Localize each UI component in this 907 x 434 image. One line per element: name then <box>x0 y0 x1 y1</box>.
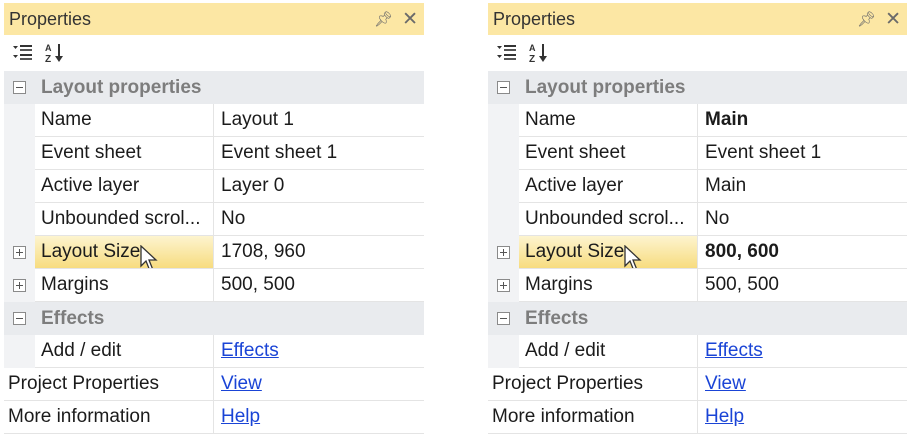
footer-label: More information <box>488 401 697 434</box>
view-link[interactable]: View <box>705 373 746 395</box>
footer-row-more-information: More information Help <box>4 401 424 434</box>
panel-title-bar: Properties 📌︎ ✕ <box>488 3 907 35</box>
footer-label: Project Properties <box>488 368 697 401</box>
property-label: Margins <box>519 269 697 302</box>
sort-alphabetical-icon[interactable]: AZ <box>43 41 67 65</box>
property-value[interactable]: Event sheet 1 <box>697 137 907 170</box>
property-label: Active layer <box>519 170 697 203</box>
footer-label: More information <box>4 401 213 434</box>
property-value[interactable]: Main <box>697 170 907 203</box>
collapse-icon[interactable] <box>488 302 519 335</box>
category-label: Layout properties <box>525 76 686 98</box>
category-layout-properties[interactable]: Layout properties <box>4 71 424 104</box>
svg-text:Z: Z <box>45 54 51 64</box>
property-label: Name <box>35 104 213 137</box>
properties-panel-left: Properties 📌︎ ✕ AZ Layout properties Nam… <box>4 3 424 434</box>
categorized-view-icon[interactable] <box>11 41 35 65</box>
property-label: Add / edit <box>35 335 213 368</box>
panel-title-bar: Properties 📌︎ ✕ <box>4 3 424 35</box>
property-label-cell: Layout Size <box>35 236 213 269</box>
svg-text:A: A <box>529 43 536 53</box>
category-label: Effects <box>41 307 105 329</box>
property-value[interactable]: 500, 500 <box>697 269 907 302</box>
property-row-name[interactable]: Name Layout 1 <box>4 104 424 137</box>
category-effects[interactable]: Effects <box>4 302 424 335</box>
sort-alphabetical-icon[interactable]: AZ <box>527 41 551 65</box>
property-value[interactable]: Event sheet 1 <box>213 137 424 170</box>
property-value[interactable]: No <box>697 203 907 236</box>
footer-row-more-information: More information Help <box>488 401 907 434</box>
property-row-add-edit[interactable]: Add / edit Effects <box>488 335 907 368</box>
view-link[interactable]: View <box>221 373 262 395</box>
property-row-add-edit[interactable]: Add / edit Effects <box>4 335 424 368</box>
properties-panel-right: Properties 📌︎ ✕ AZ Layout properties Nam… <box>488 3 907 434</box>
collapse-icon[interactable] <box>4 71 35 104</box>
property-value[interactable]: Main <box>697 104 907 137</box>
category-label: Effects <box>525 307 589 329</box>
pin-icon[interactable]: 📌︎ <box>857 10 876 28</box>
collapse-icon[interactable] <box>4 302 35 335</box>
help-link[interactable]: Help <box>705 406 744 428</box>
expand-icon[interactable] <box>4 269 35 302</box>
panel-title: Properties <box>9 8 92 29</box>
property-row-active-layer[interactable]: Active layer Main <box>488 170 907 203</box>
property-label: Name <box>519 104 697 137</box>
property-row-name[interactable]: Name Main <box>488 104 907 137</box>
close-icon[interactable]: ✕ <box>885 10 901 29</box>
property-label: Margins <box>35 269 213 302</box>
expand-icon[interactable] <box>488 236 519 269</box>
expand-icon[interactable] <box>488 269 519 302</box>
property-value[interactable]: No <box>213 203 424 236</box>
property-label: Layout Size <box>525 241 625 262</box>
property-value[interactable]: Layer 0 <box>213 170 424 203</box>
effects-link[interactable]: Effects <box>221 340 279 362</box>
property-value[interactable]: 500, 500 <box>213 269 424 302</box>
property-label: Event sheet <box>519 137 697 170</box>
property-value[interactable]: 1708, 960 <box>213 236 424 269</box>
collapse-icon[interactable] <box>488 71 519 104</box>
property-row-layout-size[interactable]: Layout Size 1708, 960 <box>4 236 424 269</box>
toolbar: AZ <box>488 35 907 71</box>
expand-icon[interactable] <box>4 236 35 269</box>
pin-icon[interactable]: 📌︎ <box>374 10 393 28</box>
footer-row-project-properties: Project Properties View <box>488 368 907 401</box>
svg-text:Z: Z <box>529 54 535 64</box>
property-label: Add / edit <box>519 335 697 368</box>
panel-title: Properties <box>493 8 576 29</box>
effects-link[interactable]: Effects <box>705 340 763 362</box>
mouse-cursor-icon <box>140 245 158 268</box>
property-row-event-sheet[interactable]: Event sheet Event sheet 1 <box>488 137 907 170</box>
property-label: Event sheet <box>35 137 213 170</box>
property-value[interactable]: Layout 1 <box>213 104 424 137</box>
close-icon[interactable]: ✕ <box>402 10 418 29</box>
svg-text:A: A <box>45 43 52 53</box>
category-layout-properties[interactable]: Layout properties <box>488 71 907 104</box>
property-row-unbounded-scrolling[interactable]: Unbounded scrol... No <box>4 203 424 236</box>
toolbar: AZ <box>4 35 424 71</box>
property-row-active-layer[interactable]: Active layer Layer 0 <box>4 170 424 203</box>
property-row-margins[interactable]: Margins 500, 500 <box>488 269 907 302</box>
property-row-unbounded-scrolling[interactable]: Unbounded scrol... No <box>488 203 907 236</box>
property-label-cell: Layout Size <box>519 236 697 269</box>
footer-row-project-properties: Project Properties View <box>4 368 424 401</box>
property-value[interactable]: 800, 600 <box>697 236 907 269</box>
footer-label: Project Properties <box>4 368 213 401</box>
property-row-layout-size[interactable]: Layout Size 800, 600 <box>488 236 907 269</box>
property-label: Active layer <box>35 170 213 203</box>
property-label: Unbounded scrol... <box>519 203 697 236</box>
property-row-margins[interactable]: Margins 500, 500 <box>4 269 424 302</box>
categorized-view-icon[interactable] <box>495 41 519 65</box>
mouse-cursor-icon <box>624 245 642 268</box>
category-effects[interactable]: Effects <box>488 302 907 335</box>
property-row-event-sheet[interactable]: Event sheet Event sheet 1 <box>4 137 424 170</box>
property-label: Unbounded scrol... <box>35 203 213 236</box>
property-label: Layout Size <box>41 241 141 262</box>
help-link[interactable]: Help <box>221 406 260 428</box>
category-label: Layout properties <box>41 76 202 98</box>
